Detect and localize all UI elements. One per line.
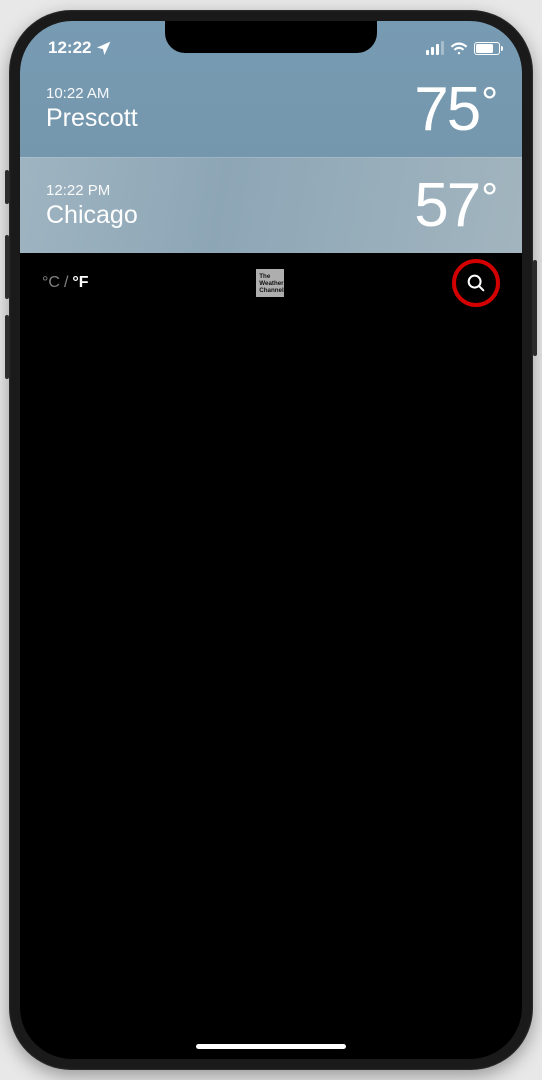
unit-divider: / xyxy=(64,274,68,292)
city-row[interactable]: 12:22 PM Chicago 57° xyxy=(20,157,522,253)
weather-channel-logo[interactable]: The Weather Channel xyxy=(256,269,284,297)
city-name: Chicago xyxy=(46,201,138,230)
location-arrow-icon xyxy=(97,41,111,55)
phone-frame: 12:22 10:22 AM Prescott xyxy=(9,10,533,1070)
search-icon[interactable] xyxy=(465,272,487,294)
screen: 12:22 10:22 AM Prescott xyxy=(20,21,522,1059)
home-indicator[interactable] xyxy=(196,1044,346,1049)
battery-icon xyxy=(474,42,500,55)
city-temperature: 75° xyxy=(414,74,496,145)
unit-celsius[interactable]: °C xyxy=(42,274,60,292)
unit-toggle[interactable]: °C / °F xyxy=(42,274,89,292)
footer-bar: °C / °F The Weather Channel xyxy=(20,253,522,313)
city-name: Prescott xyxy=(46,104,138,133)
city-temperature: 57° xyxy=(414,170,496,241)
wifi-icon xyxy=(450,41,468,55)
annotation-highlight-circle xyxy=(452,259,500,307)
cellular-signal-icon xyxy=(426,41,445,55)
city-time: 10:22 AM xyxy=(46,85,138,102)
unit-fahrenheit[interactable]: °F xyxy=(72,274,88,292)
notch xyxy=(165,21,377,53)
status-time: 12:22 xyxy=(48,38,91,58)
city-time: 12:22 PM xyxy=(46,182,138,199)
